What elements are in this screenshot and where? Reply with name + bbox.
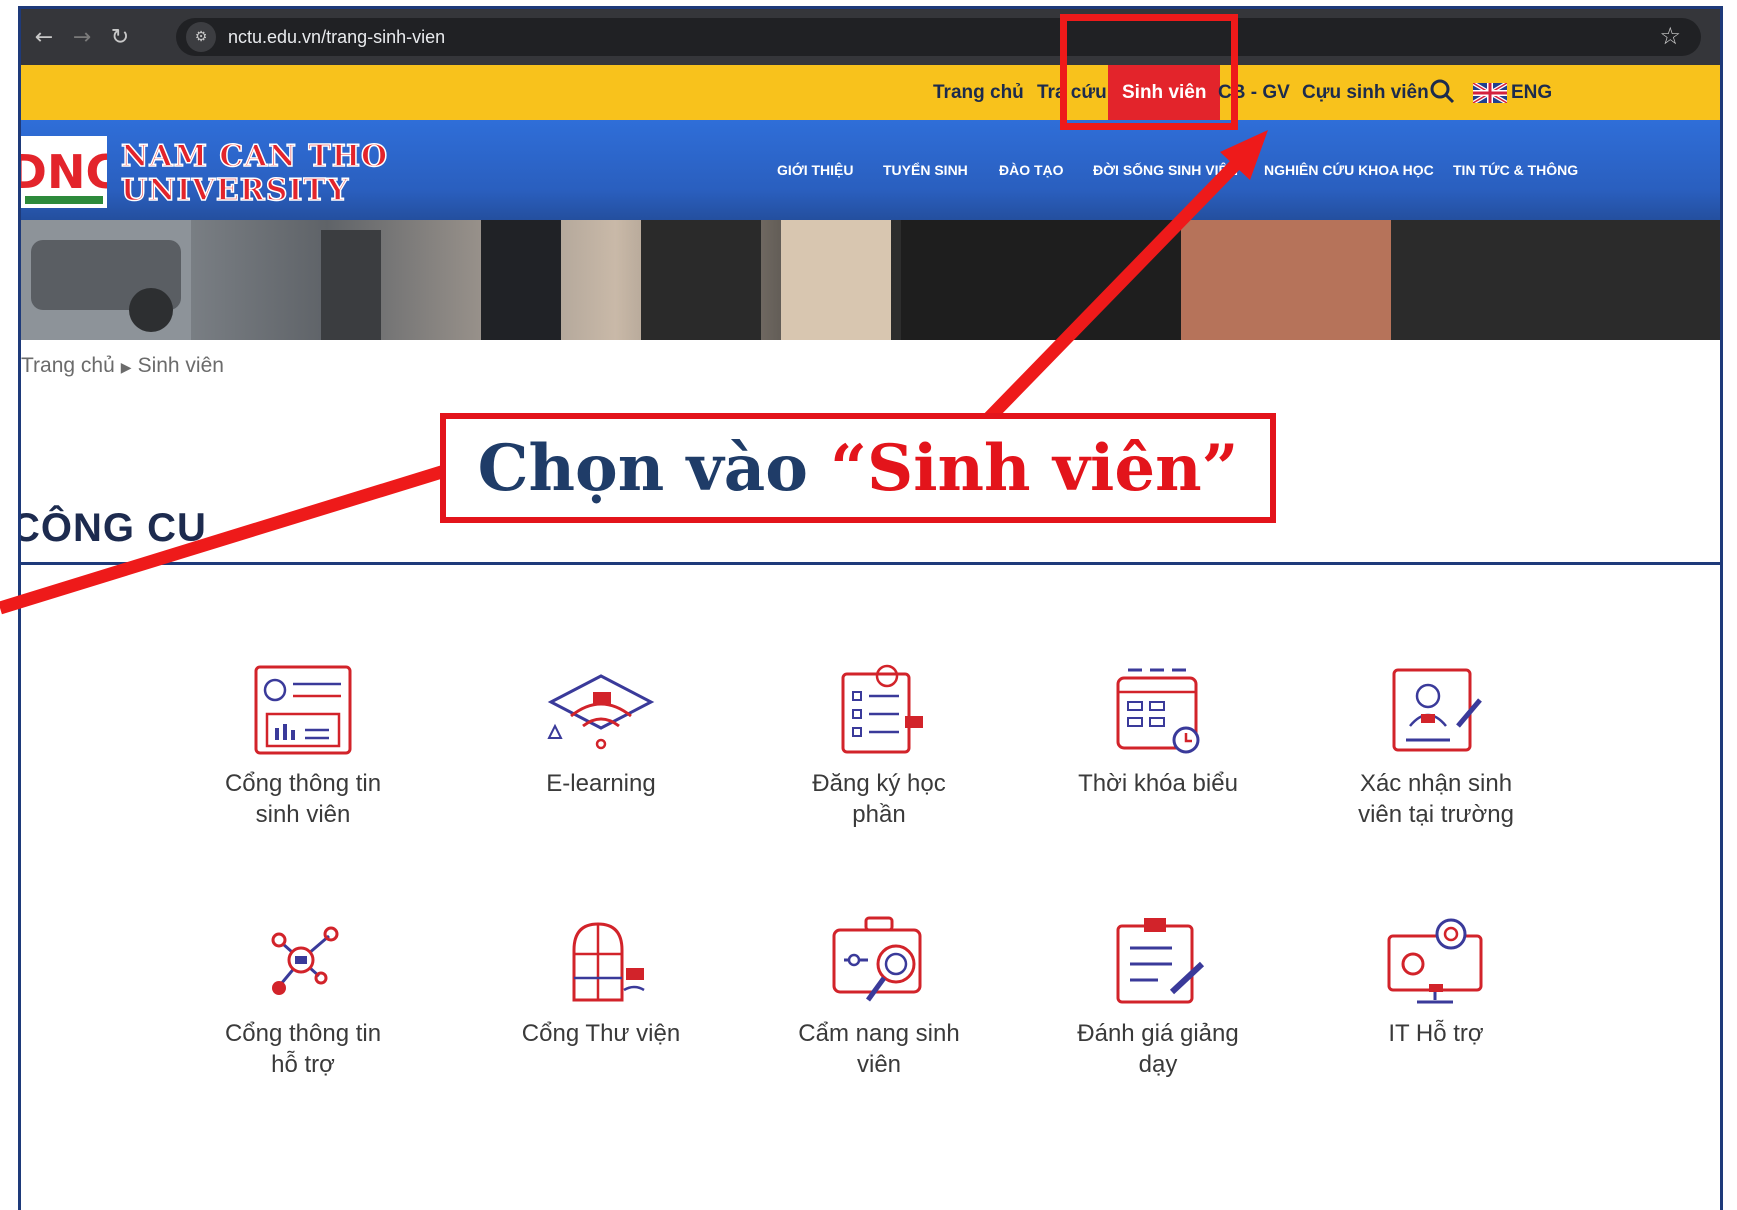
nav-introduction[interactable]: GIỚI THIỆU xyxy=(777,162,854,178)
tool-label: Đánh giá giảng dạy xyxy=(1033,1018,1283,1080)
university-name: NAM CAN THO UNIVERSITY xyxy=(120,139,389,209)
reload-icon[interactable]: ↻ xyxy=(105,22,135,52)
it-support-icon xyxy=(1387,918,1483,1004)
highlight-sinh-vien-box xyxy=(1060,14,1238,130)
back-icon[interactable]: ← xyxy=(29,22,59,52)
tool-label-line2: phần xyxy=(852,801,906,828)
nav-news[interactable]: TIN TỨC & THÔNG xyxy=(1453,162,1578,178)
tool-handbook[interactable]: Cẩm nang sinh viên xyxy=(754,914,1004,1080)
university-name-line1: NAM CAN THO xyxy=(120,139,389,175)
tool-course-registration[interactable]: Đăng ký học phần xyxy=(754,664,1004,830)
tool-label-line1: Thời khóa biểu xyxy=(1078,770,1238,797)
search-icon[interactable] xyxy=(1429,78,1455,104)
top-menu-home[interactable]: Trang chủ xyxy=(933,65,1024,120)
student-confirmation-icon xyxy=(1392,668,1482,752)
tool-support-portal[interactable]: Cổng thông tin hỗ trợ xyxy=(178,914,428,1080)
breadcrumb: Trang chủ ▶ Sinh viên xyxy=(21,354,230,378)
browser-toolbar: ← → ↻ ⚙ nctu.edu.vn/trang-sinh-vien ☆ xyxy=(21,9,1720,65)
tool-label-line1: E-learning xyxy=(546,770,656,797)
course-registration-icon xyxy=(841,664,923,754)
tool-label-line1: Cổng Thư viện xyxy=(521,1020,681,1047)
hero-photo-shapes xyxy=(21,220,1720,340)
tool-student-confirmation[interactable]: Xác nhận sinh viên tại trường xyxy=(1311,664,1561,830)
handbook-icon xyxy=(832,916,922,1002)
hero-banner-image xyxy=(21,220,1720,340)
nav-student-life[interactable]: ĐỜI SỐNG SINH VIÊN xyxy=(1093,162,1238,178)
url-text: nctu.edu.vn/trang-sinh-vien xyxy=(228,26,446,47)
tool-label-line1: Đánh giá giảng xyxy=(1077,1020,1239,1047)
tool-library[interactable]: Cổng Thư viện xyxy=(476,914,726,1049)
student-portal-icon xyxy=(254,665,352,755)
annotation-callout: Chọn vào “Sinh viên” xyxy=(440,413,1276,523)
tool-label-line1: Cẩm nang sinh xyxy=(798,1020,960,1047)
support-portal-icon xyxy=(271,926,339,995)
tool-label: Xác nhận sinh viên tại trường xyxy=(1311,768,1561,830)
nav-training[interactable]: ĐÀO TẠO xyxy=(999,162,1064,178)
callout-text: Chọn vào “Sinh viên” xyxy=(478,431,1239,506)
svg-text:DNC: DNC xyxy=(21,145,107,199)
nav-research[interactable]: NGHIÊN CỨU KHOA HỌC xyxy=(1264,162,1434,178)
breadcrumb-current: Sinh viên xyxy=(137,354,224,377)
tool-label-line1: Cổng thông tin xyxy=(224,770,382,797)
tool-label-line2: sinh viên xyxy=(255,801,351,828)
tool-label: Cổng Thư viện xyxy=(476,1018,726,1049)
uk-flag-icon[interactable] xyxy=(1473,83,1507,103)
tool-label: Thời khóa biểu xyxy=(1033,768,1283,799)
tool-label: E-learning xyxy=(476,768,726,799)
bookmark-star-icon[interactable]: ☆ xyxy=(1659,22,1681,50)
section-divider xyxy=(21,562,1720,565)
teaching-evaluation-icon xyxy=(1116,918,1205,1004)
nav-admissions[interactable]: TUYỂN SINH xyxy=(883,162,968,178)
tool-it-support[interactable]: IT Hỗ trợ xyxy=(1311,914,1561,1049)
top-menu-bar: Trang chủ Tra cứu Sinh viên CB - GV Cựu … xyxy=(21,65,1720,120)
breadcrumb-separator: ▶ xyxy=(120,359,132,375)
tool-label: Cổng thông tin sinh viên xyxy=(178,768,428,830)
tool-label-line2: viên xyxy=(856,1051,902,1078)
library-icon xyxy=(572,922,645,1002)
breadcrumb-home[interactable]: Trang chủ xyxy=(21,354,115,377)
tool-label-line2: dạy xyxy=(1138,1051,1178,1078)
tool-label-line2: hỗ trợ xyxy=(271,1051,335,1078)
top-menu-alumni[interactable]: Cựu sinh viên xyxy=(1302,65,1429,120)
tool-elearning[interactable]: E-learning xyxy=(476,664,726,799)
callout-prefix: Chọn vào xyxy=(477,430,831,506)
callout-quoted: “Sinh viên” xyxy=(830,430,1239,506)
tool-label: Cổng thông tin hỗ trợ xyxy=(178,1018,428,1080)
language-eng[interactable]: ENG xyxy=(1511,65,1552,120)
tool-student-portal[interactable]: Cổng thông tin sinh viên xyxy=(178,664,428,830)
site-settings-icon[interactable]: ⚙ xyxy=(186,22,216,52)
tool-label-line1: IT Hỗ trợ xyxy=(1388,1020,1484,1047)
site-header: DNC NAM CAN THO UNIVERSITY GIỚI THIỆU TU… xyxy=(21,120,1720,220)
address-bar[interactable]: ⚙ nctu.edu.vn/trang-sinh-vien ☆ xyxy=(176,18,1701,56)
tool-label: Cẩm nang sinh viên xyxy=(754,1018,1004,1080)
timetable-icon xyxy=(1116,668,1200,754)
university-name-line2: UNIVERSITY xyxy=(120,173,350,209)
browser-window: ← → ↻ ⚙ nctu.edu.vn/trang-sinh-vien ☆ Tr… xyxy=(18,6,1723,1210)
tool-label-line1: Xác nhận sinh xyxy=(1359,770,1513,797)
university-logo-icon[interactable]: DNC xyxy=(21,136,107,208)
tool-timetable[interactable]: Thời khóa biểu xyxy=(1033,664,1283,799)
tool-label: Đăng ký học phần xyxy=(754,768,1004,830)
elearning-icon xyxy=(547,674,655,750)
tool-label-line1: Đăng ký học xyxy=(812,770,946,797)
tool-label: IT Hỗ trợ xyxy=(1311,1018,1561,1049)
tool-teaching-evaluation[interactable]: Đánh giá giảng dạy xyxy=(1033,914,1283,1080)
forward-icon[interactable]: → xyxy=(67,22,97,52)
tool-label-line2: viên tại trường xyxy=(1358,801,1514,828)
tool-label-line1: Cổng thông tin xyxy=(224,1020,382,1047)
section-title: CÔNG CỤ xyxy=(18,506,207,550)
